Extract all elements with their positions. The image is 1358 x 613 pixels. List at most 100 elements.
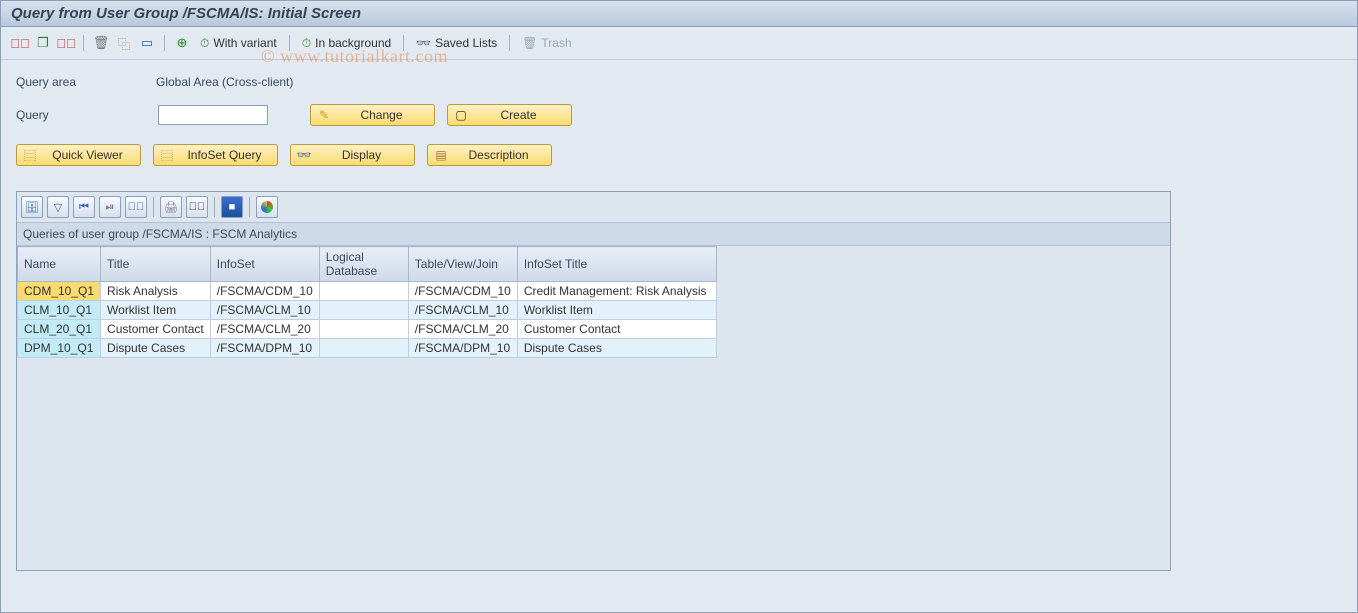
with-variant-button[interactable]: ⏱ With variant — [196, 36, 281, 51]
cell-tvj[interactable]: /FSCMA/DPM_10 — [408, 339, 517, 358]
tree-icon: ⿳ — [158, 147, 176, 164]
execute-direct-icon[interactable]: ⊕ — [173, 34, 191, 52]
cell-tvj[interactable]: /FSCMA/CLM_10 — [408, 301, 517, 320]
page-icon: ▢ — [452, 108, 470, 122]
layout-icon[interactable]: ■ — [221, 196, 243, 218]
cell-ldb[interactable] — [319, 282, 408, 301]
glasses-icon: 👓 — [295, 148, 313, 162]
execute-icon[interactable]: ✎⃝ — [11, 34, 29, 52]
cell-name[interactable]: DPM_10_Q1 — [18, 339, 101, 358]
separator — [249, 197, 250, 217]
display-button[interactable]: 👓 Display — [290, 144, 415, 166]
grid-toolbar: 🗄 ▽ ⏮ ⏯ ▽⃒ 🖨 ⊞⃒ ■ — [17, 192, 1170, 222]
query-area-label: Query area — [16, 75, 146, 89]
separator — [289, 35, 290, 51]
find-icon[interactable]: ⏯ — [99, 196, 121, 218]
grid-caption: Queries of user group /FSCMA/IS : FSCM A… — [17, 222, 1170, 246]
description-label: Description — [450, 148, 547, 162]
cell-tvj[interactable]: /FSCMA/CLM_20 — [408, 320, 517, 339]
execute-new-icon[interactable]: ❐ — [34, 34, 52, 52]
saved-lists-button[interactable]: 👓 Saved Lists — [412, 36, 501, 50]
cell-name[interactable]: CLM_10_Q1 — [18, 301, 101, 320]
cell-infoset[interactable]: /FSCMA/CDM_10 — [210, 282, 319, 301]
col-ldb[interactable]: Logical Database — [319, 247, 408, 282]
cell-ldb[interactable] — [319, 320, 408, 339]
cell-title[interactable]: Worklist Item — [101, 301, 211, 320]
glasses-icon: 👓 — [416, 36, 431, 50]
cell-it[interactable]: Dispute Cases — [517, 339, 716, 358]
page-title: Query from User Group /FSCMA/IS: Initial… — [1, 1, 1357, 27]
saved-lists-label: Saved Lists — [435, 36, 497, 50]
secondary-button-row: ⿳ Quick Viewer ⿳ InfoSet Query 👓 Display… — [16, 144, 1342, 166]
cell-infoset[interactable]: /FSCMA/CLM_20 — [210, 320, 319, 339]
separator — [83, 35, 84, 51]
separator — [403, 35, 404, 51]
query-input[interactable] — [158, 105, 268, 125]
cell-title[interactable]: Risk Analysis — [101, 282, 211, 301]
delete-icon[interactable]: 🗑 — [92, 34, 110, 52]
copy-icon[interactable]: ⿻ — [115, 34, 133, 52]
col-name[interactable]: Name — [18, 247, 101, 282]
in-background-label: In background — [315, 36, 391, 50]
cell-it[interactable]: Worklist Item — [517, 301, 716, 320]
table-row[interactable]: CDM_10_Q1Risk Analysis/FSCMA/CDM_10/FSCM… — [18, 282, 717, 301]
separator — [153, 197, 154, 217]
table-row[interactable]: DPM_10_Q1Dispute Cases/FSCMA/DPM_10/FSCM… — [18, 339, 717, 358]
clock-bg-icon: ⏱ — [302, 36, 311, 51]
cell-title[interactable]: Customer Contact — [101, 320, 211, 339]
change-button[interactable]: ✎ Change — [310, 104, 435, 126]
tree-icon: ⿳ — [21, 147, 39, 164]
cell-tvj[interactable]: /FSCMA/CDM_10 — [408, 282, 517, 301]
infoset-query-label: InfoSet Query — [176, 148, 273, 162]
query-area-value: Global Area (Cross-client) — [156, 75, 293, 89]
filter-icon[interactable]: ▽⃒ — [125, 196, 147, 218]
cell-it[interactable]: Customer Contact — [517, 320, 716, 339]
details-icon[interactable]: 🗄 — [21, 196, 43, 218]
col-infoset-title[interactable]: InfoSet Title — [517, 247, 716, 282]
col-tvj[interactable]: Table/View/Join — [408, 247, 517, 282]
infoset-query-button[interactable]: ⿳ InfoSet Query — [153, 144, 278, 166]
description-button[interactable]: ▤ Description — [427, 144, 552, 166]
sort-asc-icon[interactable]: ▽ — [47, 196, 69, 218]
clock-icon: ⏱ — [200, 36, 209, 51]
quick-viewer-label: Quick Viewer — [39, 148, 136, 162]
sort-desc-icon[interactable]: ⏮ — [73, 196, 95, 218]
application-toolbar: ✎⃝ ❐ ▷⃒ 🗑 ⿻ ▭ ⊕ ⏱ With variant ⏱ In back… — [1, 27, 1357, 60]
graphic-icon[interactable] — [256, 196, 278, 218]
cell-name[interactable]: CLM_20_Q1 — [18, 320, 101, 339]
execute-debug-icon[interactable]: ▷⃒ — [57, 34, 75, 52]
cell-it[interactable]: Credit Management: Risk Analysis — [517, 282, 716, 301]
separator — [509, 35, 510, 51]
query-area-row: Query area Global Area (Cross-client) — [16, 75, 1342, 89]
create-label: Create — [470, 108, 567, 122]
print-icon[interactable]: 🖨 — [160, 196, 182, 218]
with-variant-label: With variant — [213, 36, 276, 50]
col-infoset[interactable]: InfoSet — [210, 247, 319, 282]
separator — [164, 35, 165, 51]
query-grid-panel: 🗄 ▽ ⏮ ⏯ ▽⃒ 🖨 ⊞⃒ ■ Queries of user group … — [16, 191, 1171, 571]
cell-infoset[interactable]: /FSCMA/CLM_10 — [210, 301, 319, 320]
quick-viewer-button[interactable]: ⿳ Quick Viewer — [16, 144, 141, 166]
text-icon: ▤ — [432, 148, 450, 162]
trash-label: Trash — [541, 36, 571, 50]
query-row: Query ✎ Change ▢ Create — [16, 104, 1342, 126]
pencil-icon: ✎ — [315, 108, 333, 122]
cell-ldb[interactable] — [319, 339, 408, 358]
trash-icon: 🗑 — [522, 36, 537, 50]
in-background-button[interactable]: ⏱ In background — [298, 36, 395, 51]
separator — [214, 197, 215, 217]
cell-infoset[interactable]: /FSCMA/DPM_10 — [210, 339, 319, 358]
cell-name[interactable]: CDM_10_Q1 — [18, 282, 101, 301]
cell-ldb[interactable] — [319, 301, 408, 320]
table-header-row: Name Title InfoSet Logical Database Tabl… — [18, 247, 717, 282]
trash-button: 🗑 Trash — [518, 36, 575, 50]
table-row[interactable]: CLM_10_Q1Worklist Item/FSCMA/CLM_10/FSCM… — [18, 301, 717, 320]
content-area: Query area Global Area (Cross-client) Qu… — [1, 60, 1357, 586]
cell-title[interactable]: Dispute Cases — [101, 339, 211, 358]
create-button[interactable]: ▢ Create — [447, 104, 572, 126]
col-title[interactable]: Title — [101, 247, 211, 282]
rename-icon[interactable]: ▭ — [138, 34, 156, 52]
export-icon[interactable]: ⊞⃒ — [186, 196, 208, 218]
display-label: Display — [313, 148, 410, 162]
table-row[interactable]: CLM_20_Q1Customer Contact/FSCMA/CLM_20/F… — [18, 320, 717, 339]
